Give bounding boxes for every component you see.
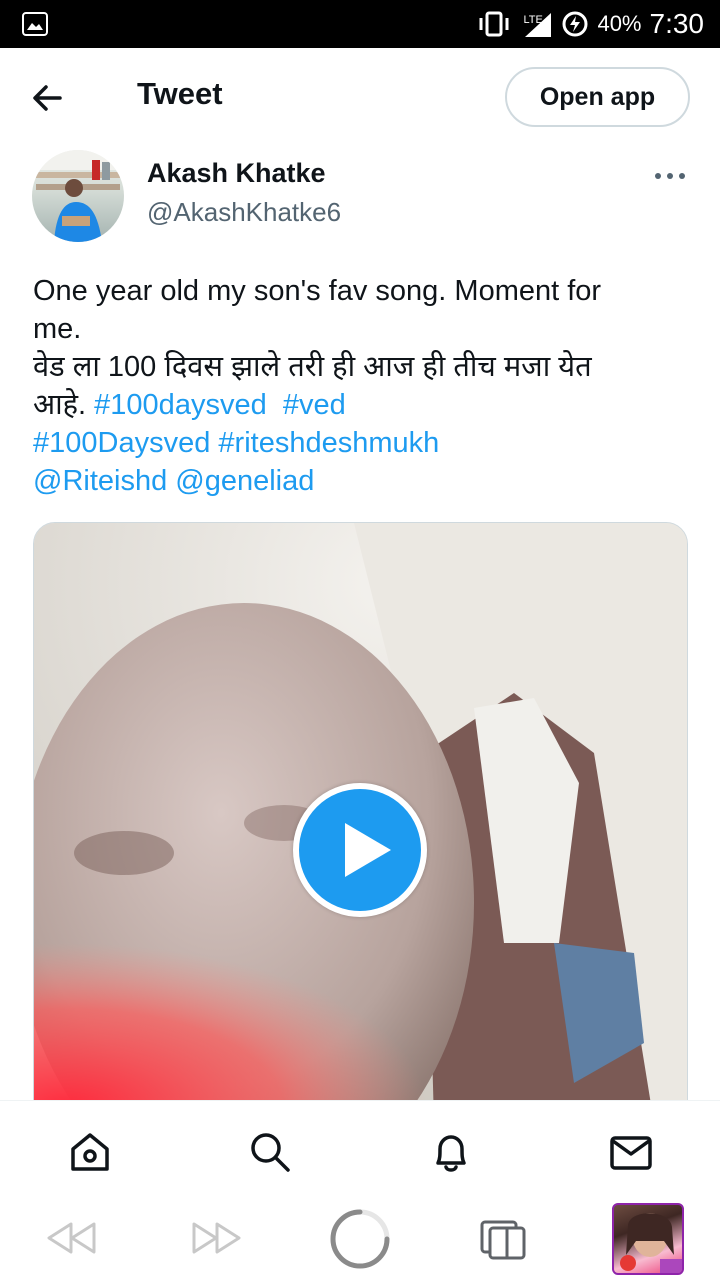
more-icon xyxy=(655,173,685,179)
rewind-icon[interactable] xyxy=(44,1212,100,1264)
tweet-text: One year old my son's fav song. Moment f… xyxy=(33,272,693,500)
open-app-button[interactable]: Open app xyxy=(505,67,690,127)
author-name[interactable]: Akash Khatke xyxy=(147,158,326,189)
notifications-icon[interactable] xyxy=(428,1129,474,1175)
fast-forward-icon[interactable] xyxy=(188,1212,244,1264)
battery-percent: 40% xyxy=(597,11,642,36)
profile-thumbnail[interactable] xyxy=(612,1203,684,1275)
status-bar: LTE 40% 7:30 xyxy=(0,0,720,48)
tabs-icon[interactable] xyxy=(478,1212,528,1264)
tweet-line: One year old my son's fav song. Moment f… xyxy=(33,275,602,307)
hashtag-link[interactable]: #100Daysved xyxy=(33,427,210,459)
clock: 7:30 xyxy=(649,8,705,39)
back-button[interactable] xyxy=(28,78,72,118)
bottom-nav xyxy=(0,1100,720,1196)
author-handle[interactable]: @AkashKhatke6 xyxy=(147,197,341,228)
search-icon[interactable] xyxy=(247,1129,293,1175)
home-icon[interactable] xyxy=(67,1129,113,1175)
gallery-notification-icon xyxy=(22,12,48,36)
tweet-line-marathi: वेड ला 100 दिवस झाले तरी ही आज ही तीच मज… xyxy=(33,351,592,383)
header: Tweet Open app xyxy=(0,48,720,148)
back-arrow-icon xyxy=(33,85,62,111)
page-title: Tweet xyxy=(137,76,223,111)
loading-icon[interactable] xyxy=(328,1208,392,1270)
tweet-line-marathi-end: आहे. xyxy=(33,389,87,421)
vibrate-icon xyxy=(479,11,509,37)
mention-link[interactable]: @Riteishd xyxy=(33,465,167,497)
hashtag-link[interactable]: #100daysved xyxy=(94,389,267,421)
messages-icon[interactable] xyxy=(608,1129,654,1175)
more-button[interactable] xyxy=(650,162,690,190)
play-button[interactable] xyxy=(293,783,427,917)
signal-icon: LTE xyxy=(519,9,553,39)
hashtag-link[interactable]: #riteshdeshmukh xyxy=(218,427,439,459)
status-indicators: LTE 40% 7:30 xyxy=(477,0,704,48)
hashtag-link[interactable]: #ved xyxy=(283,389,346,421)
tweet-line: me. xyxy=(33,313,82,345)
play-icon xyxy=(345,823,391,877)
mention-link[interactable]: @geneliad xyxy=(175,465,314,497)
avatar[interactable] xyxy=(32,150,124,242)
battery-saver-icon xyxy=(562,11,588,37)
